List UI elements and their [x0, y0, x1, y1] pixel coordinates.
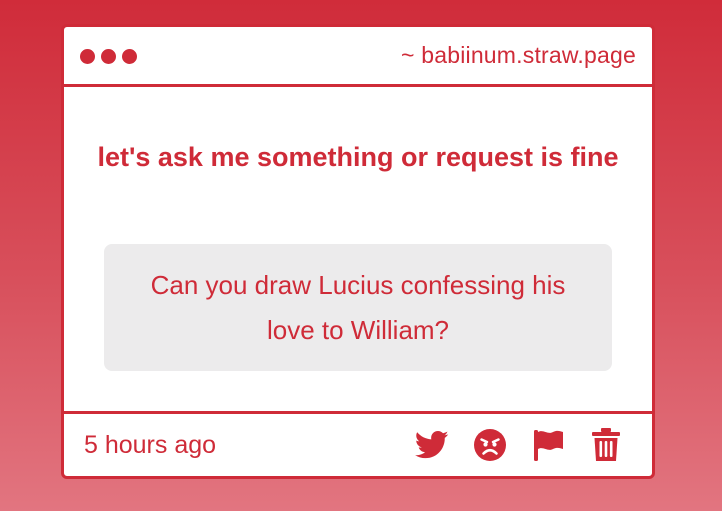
timestamp: 5 hours ago	[84, 430, 217, 459]
flag-icon[interactable]	[530, 427, 566, 463]
site-url[interactable]: ~ babiinum.straw.page	[401, 42, 636, 69]
angry-face-icon[interactable]	[472, 427, 508, 463]
window-dot	[101, 49, 116, 64]
action-bar	[414, 427, 624, 463]
page-prompt: let's ask me something or request is fin…	[97, 142, 619, 172]
question-box: Can you draw Lucius confessing his love …	[104, 244, 612, 371]
twitter-icon[interactable]	[414, 427, 450, 463]
question-text: Can you draw Lucius confessing his love …	[150, 269, 566, 345]
question-card: ~ babiinum.straw.page let's ask me somet…	[61, 24, 655, 479]
card-footer: 5 hours ago	[64, 411, 652, 476]
trash-icon[interactable]	[588, 427, 624, 463]
window-titlebar: ~ babiinum.straw.page	[64, 27, 652, 87]
window-dots	[80, 49, 137, 64]
window-dot	[122, 49, 137, 64]
card-content: let's ask me something or request is fin…	[64, 90, 652, 409]
window-dot	[80, 49, 95, 64]
